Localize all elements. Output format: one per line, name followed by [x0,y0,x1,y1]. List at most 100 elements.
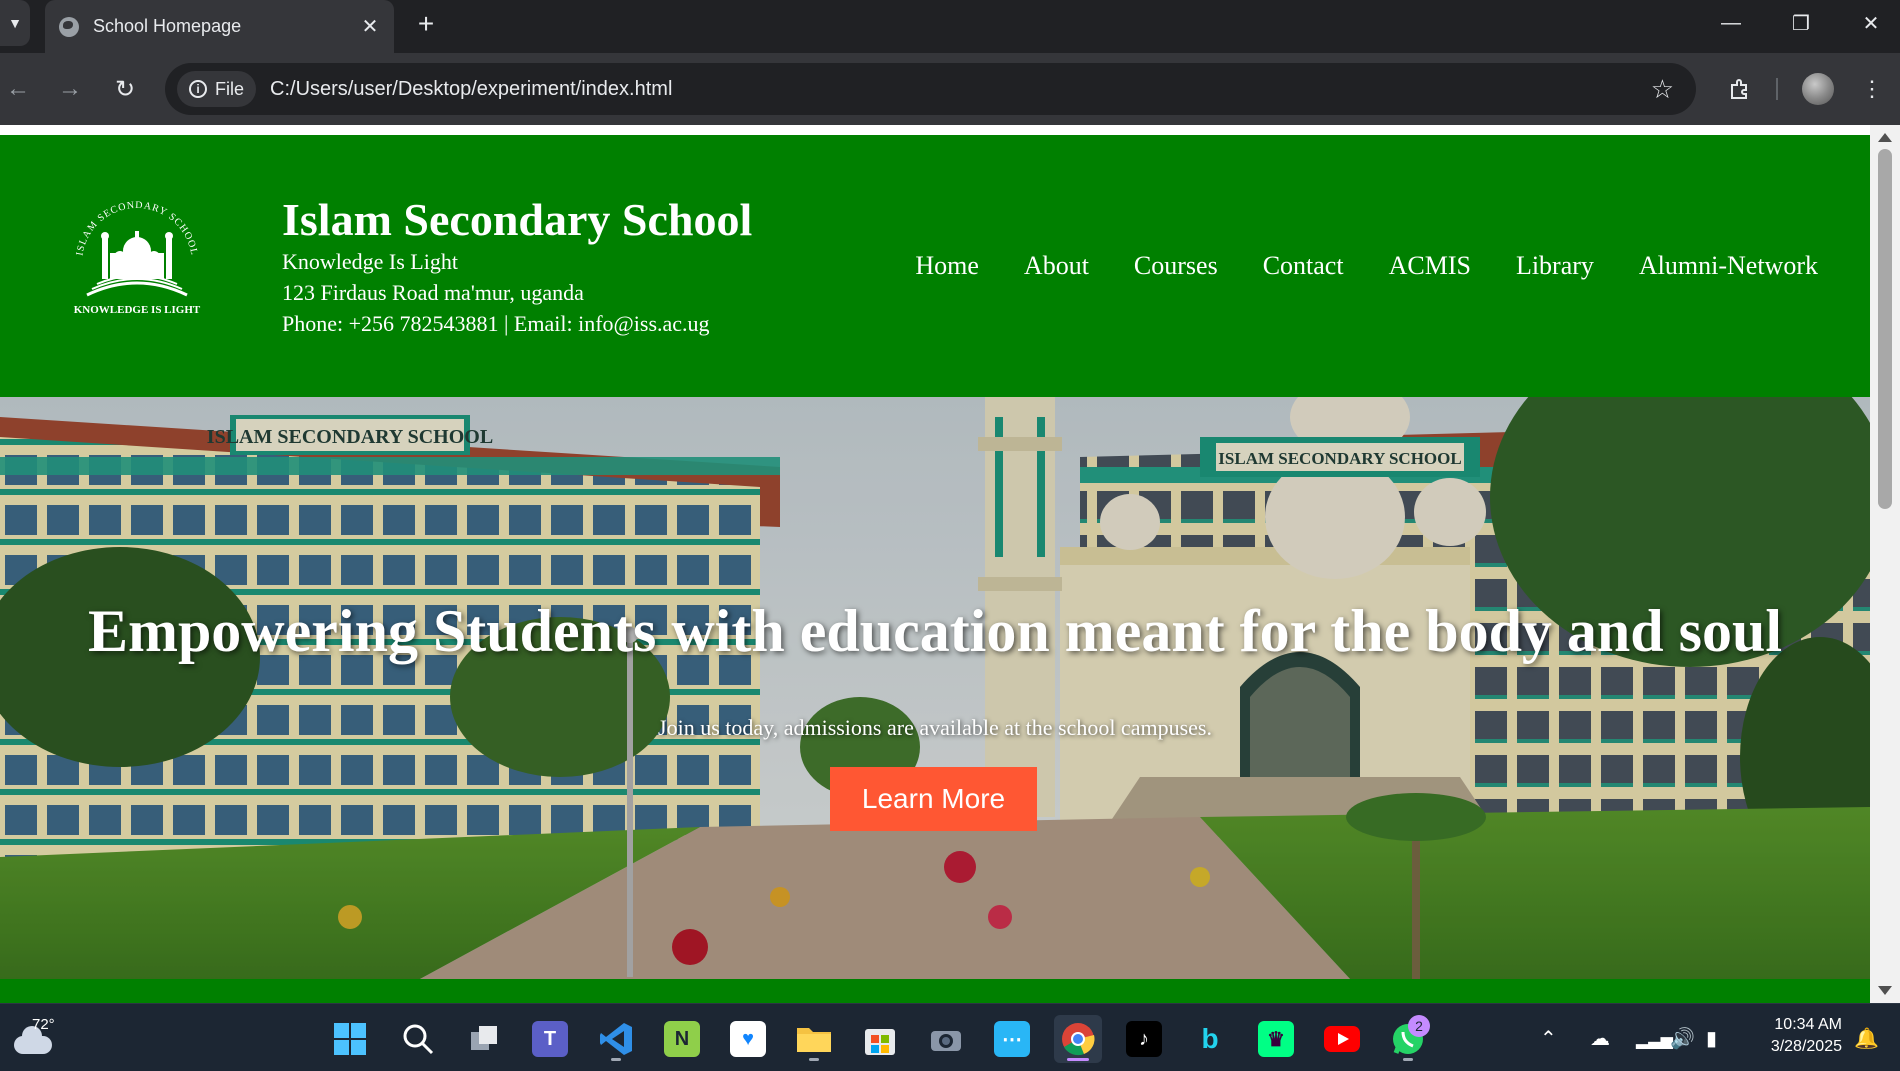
browser-toolbar: ← → ↻ i File C:/Users/user/Desktop/exper… [0,53,1900,125]
minimize-button[interactable]: — [1696,0,1766,46]
chevron-down-icon: ▼ [8,15,22,31]
bing-app[interactable]: b [1186,1015,1234,1063]
svg-text:KNOWLEDGE IS LIGHT: KNOWLEDGE IS LIGHT [74,304,201,316]
clock[interactable]: 10:34 AM 3/28/2025 [1746,1014,1842,1058]
nav-link-acmis[interactable]: ACMIS [1389,251,1471,281]
reload-button[interactable]: ↻ [107,71,143,107]
cloud-icon [14,1026,52,1054]
forward-button[interactable]: → [52,71,88,107]
tiktok-app[interactable]: ♪ [1120,1015,1168,1063]
learn-more-button[interactable]: Learn More [830,767,1037,831]
file-explorer-app[interactable] [790,1015,838,1063]
site-info-label: File [215,78,245,99]
new-tab-button[interactable]: + [408,6,444,42]
premier-league-app[interactable]: ♛ [1252,1015,1300,1063]
notification-bell-icon[interactable]: 🔔 [1854,1026,1879,1051]
school-brand: Islam Secondary School Knowledge Is Ligh… [282,194,753,339]
bookmark-star-icon[interactable]: ☆ [1651,74,1674,105]
scroll-up-arrow-icon[interactable] [1878,133,1892,142]
teams-app[interactable]: T [526,1015,574,1063]
windows-logo-icon [334,1023,366,1055]
running-indicator [611,1058,621,1061]
volume-icon[interactable]: 🔊 [1670,1026,1695,1051]
arrow-right-icon: → [58,75,82,102]
scroll-thumb[interactable] [1878,149,1892,509]
task-view-button[interactable] [460,1015,508,1063]
notepad-plus-plus-icon: N [664,1021,700,1057]
feedback-hub-icon: ⋯ [994,1021,1030,1057]
url-text[interactable]: C:/Users/user/Desktop/experiment/index.h… [270,78,1651,101]
chrome-icon [1062,1023,1095,1056]
camera-app[interactable] [922,1015,970,1063]
close-window-button[interactable]: ✕ [1836,0,1900,46]
arrow-left-icon: ← [6,75,30,102]
search-taskbar-button[interactable] [394,1015,442,1063]
show-hidden-icons-chevron-icon[interactable]: ⌃ [1540,1026,1557,1051]
running-indicator [809,1058,819,1061]
toolbar-divider [1776,78,1778,100]
profile-avatar[interactable] [1802,73,1834,105]
store-icon [865,1029,895,1055]
notepad-plus-plus-app[interactable]: N [658,1015,706,1063]
info-icon: i [189,80,207,98]
close-tab-button[interactable]: ✕ [356,13,384,41]
school-logo: ISLAM SECONDARY SCHOOL KNOWLEDGE IS LIGH… [52,200,222,321]
start-button[interactable] [326,1015,374,1063]
network-signal-icon[interactable]: ▂▃▅ [1636,1030,1673,1050]
chrome-app[interactable] [1054,1015,1102,1063]
nav-link-courses[interactable]: Courses [1134,251,1218,281]
folder-icon [797,1028,831,1052]
hero-section: ISLAM SECONDARY SCHOOL ISLAM SECONDARY S… [0,397,1870,979]
scroll-down-arrow-icon[interactable] [1878,986,1892,995]
hero-headline: Empowering Students with education meant… [87,598,1783,664]
hero-subtext: Join us today, admissions are available … [658,715,1212,740]
reload-icon: ↻ [114,75,136,103]
search-icon [403,1024,434,1055]
hero-background-image: ISLAM SECONDARY SCHOOL ISLAM SECONDARY S… [0,397,1870,979]
task-view-icon [471,1026,497,1050]
tab-strip: ▼ School Homepage ✕ + — ❐ ✕ [0,0,1900,53]
weather-widget[interactable]: 72° [12,1016,60,1060]
vscode-icon [600,1023,632,1055]
restore-button[interactable]: ❐ [1766,0,1836,46]
teams-icon: T [532,1021,568,1057]
clock-time: 10:34 AM [1774,1016,1842,1033]
site-info-button[interactable]: i File [177,71,257,107]
kebab-menu-icon[interactable]: ⋮ [1854,71,1890,107]
battery-icon[interactable]: ▮ [1706,1026,1717,1051]
extensions-icon[interactable] [1722,71,1758,107]
school-name: Islam Secondary School [282,194,753,245]
windows-taskbar: 72° T N ♥ ⋯ ♪ b ♛ 2 ⌃ ☁ ▂▃▅ 🔊 ▮ 10:34 AM… [0,1003,1900,1071]
tab-search-button[interactable]: ▼ [0,0,30,46]
youtube-icon [1324,1026,1360,1052]
feedback-hub-app[interactable]: ⋯ [988,1015,1036,1063]
bluesky-app[interactable]: ♥ [724,1015,772,1063]
weather-temp: 72° [32,1016,55,1033]
nav-link-about[interactable]: About [1024,251,1089,281]
back-button[interactable]: ← [0,71,36,107]
bing-icon: b [1192,1021,1228,1057]
address-bar[interactable]: i File C:/Users/user/Desktop/experiment/… [165,63,1696,115]
nav-link-alumni-network[interactable]: Alumni-Network [1639,251,1818,281]
premier-league-icon: ♛ [1258,1021,1294,1057]
microsoft-store-app[interactable] [856,1015,904,1063]
running-indicator-active [1067,1058,1089,1061]
whatsapp-app[interactable]: 2 [1384,1015,1432,1063]
globe-icon [59,16,79,37]
tab-title: School Homepage [93,16,242,36]
browser-tab[interactable]: School Homepage ✕ [45,0,394,53]
clock-date: 3/28/2025 [1770,1038,1842,1055]
vscode-app[interactable] [592,1015,640,1063]
youtube-app[interactable] [1318,1015,1366,1063]
page-scrollbar[interactable] [1870,125,1900,1003]
bluesky-icon: ♥ [730,1021,766,1057]
green-section-strip [0,979,1870,1003]
nav-link-home[interactable]: Home [915,251,979,281]
running-indicator [1403,1058,1413,1061]
nav-link-contact[interactable]: Contact [1263,251,1344,281]
site-header: ISLAM SECONDARY SCHOOL KNOWLEDGE IS LIGH… [0,135,1870,397]
camera-icon [931,1031,961,1051]
school-contact: Phone: +256 782543881 | Email: info@iss.… [282,310,710,336]
onedrive-cloud-icon[interactable]: ☁ [1590,1026,1610,1051]
nav-link-library[interactable]: Library [1516,251,1594,281]
